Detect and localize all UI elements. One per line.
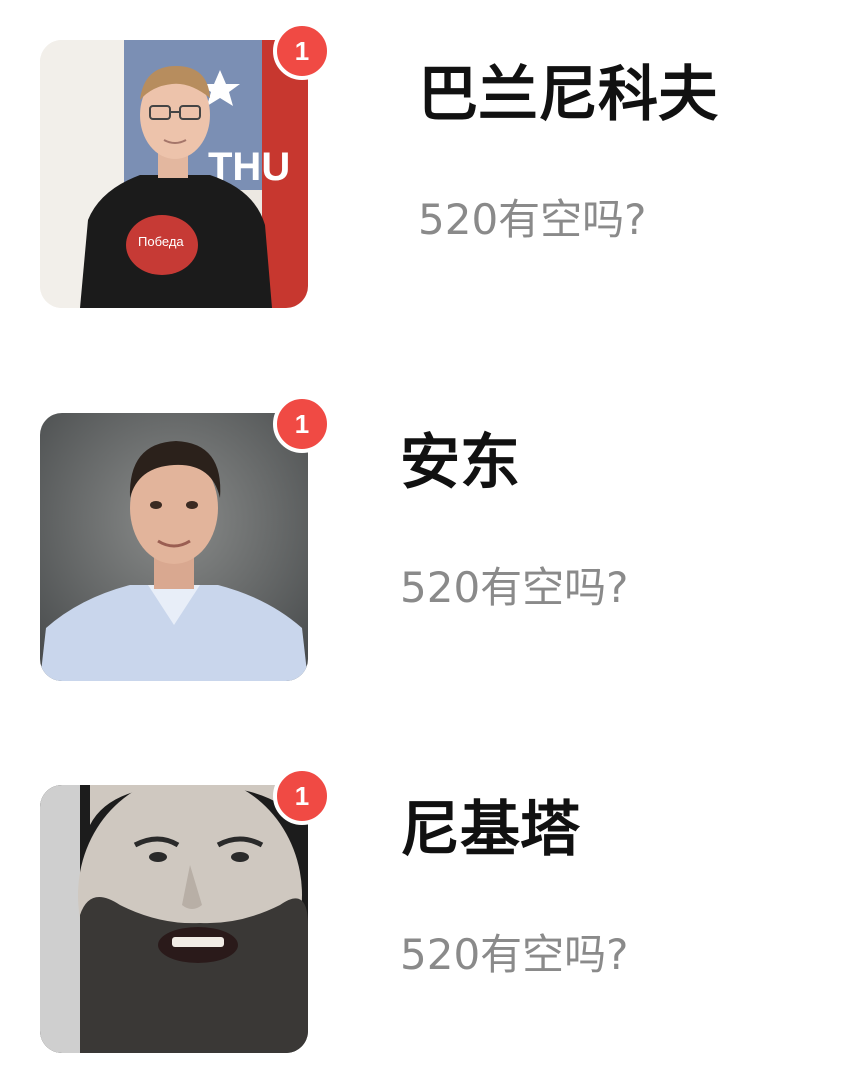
unread-badge: 1 xyxy=(273,395,331,453)
avatar[interactable]: THU Победа xyxy=(40,40,308,308)
chat-list: THU Победа 1 巴兰尼科夫 520有空吗? 1 安东 520有空吗? … xyxy=(0,0,850,1083)
chat-item[interactable]: 1 尼基塔 520有空吗? xyxy=(0,767,850,1060)
svg-text:Победа: Победа xyxy=(138,234,184,249)
avatar-photo xyxy=(40,785,308,1053)
unread-badge: 1 xyxy=(273,22,331,80)
chat-item[interactable]: 1 安东 520有空吗? xyxy=(0,395,850,688)
avatar[interactable] xyxy=(40,785,308,1053)
avatar-photo: THU Победа xyxy=(40,40,308,308)
message-preview: 520有空吗? xyxy=(418,195,647,244)
avatar-photo xyxy=(40,413,308,681)
avatar-container[interactable]: 1 xyxy=(40,767,331,1055)
message-preview: 520有空吗? xyxy=(400,930,629,979)
avatar-container[interactable]: 1 xyxy=(40,395,331,683)
avatar[interactable] xyxy=(40,413,308,681)
chat-item[interactable]: THU Победа 1 巴兰尼科夫 520有空吗? xyxy=(0,22,850,315)
contact-name: 安东 xyxy=(400,428,520,498)
unread-badge: 1 xyxy=(273,767,331,825)
contact-name: 尼基塔 xyxy=(400,795,580,865)
avatar-container[interactable]: THU Победа 1 xyxy=(40,22,331,310)
message-preview: 520有空吗? xyxy=(400,563,629,612)
contact-name: 巴兰尼科夫 xyxy=(418,60,718,130)
